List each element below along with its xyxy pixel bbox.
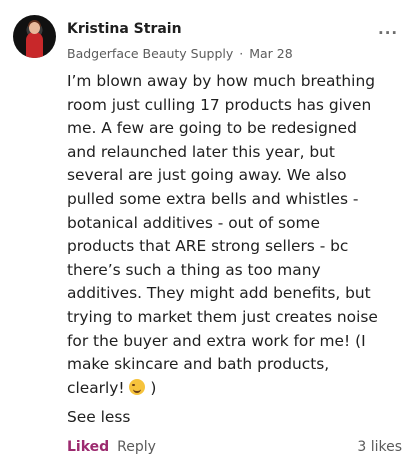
more-options-icon[interactable]: ...: [378, 20, 398, 38]
comment-post: Kristina Strain Badgerface Beauty Supply…: [0, 0, 419, 471]
reply-button[interactable]: Reply: [117, 439, 156, 455]
post-date[interactable]: Mar 28: [249, 46, 292, 61]
likes-count[interactable]: 3 likes: [357, 439, 402, 455]
author-name[interactable]: Kristina Strain: [67, 21, 182, 37]
meta-separator: ·: [239, 46, 244, 61]
post-body-text: I’m blown away by how much breathing roo…: [67, 72, 378, 397]
post-text: I’m blown away by how much breathing roo…: [67, 70, 387, 400]
see-less-link[interactable]: See less: [67, 408, 130, 426]
post-meta: Badgerface Beauty Supply · Mar 28: [67, 46, 293, 61]
avatar-figure: [26, 32, 43, 58]
like-button[interactable]: Liked: [67, 439, 109, 455]
post-actions: Liked Reply: [67, 439, 156, 455]
post-body-end: ): [150, 378, 157, 397]
avatar[interactable]: [13, 15, 56, 58]
avatar-head: [29, 22, 40, 34]
smiling-face-icon: [129, 378, 146, 395]
post-body: I’m blown away by how much breathing roo…: [67, 70, 387, 400]
group-name[interactable]: Badgerface Beauty Supply: [67, 46, 233, 61]
